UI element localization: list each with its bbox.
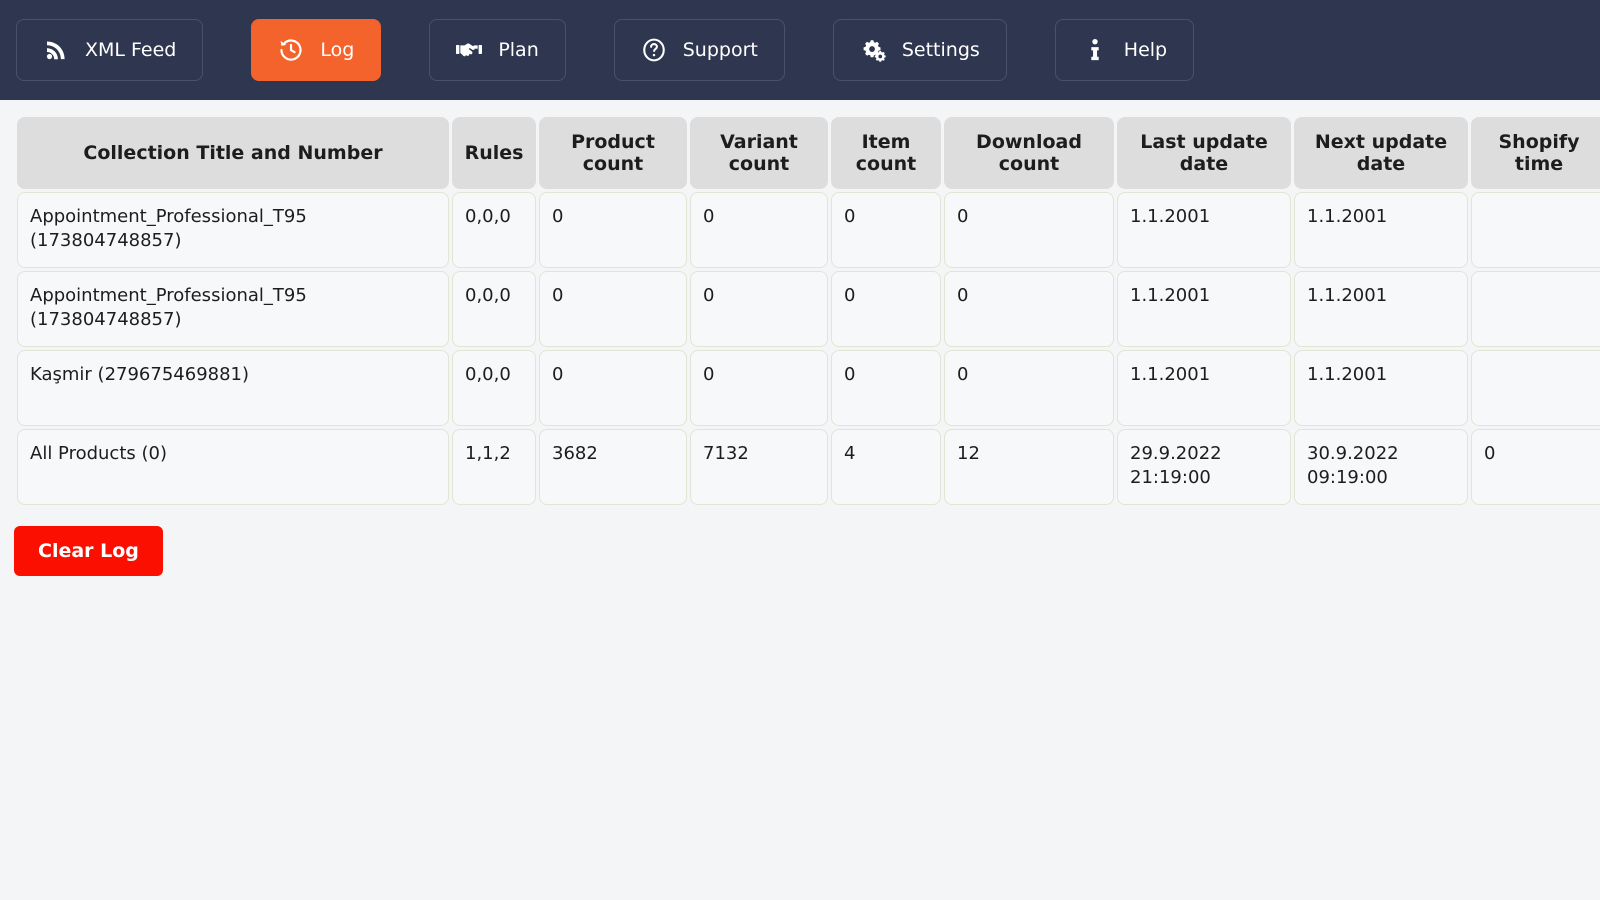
column-header-collection-title[interactable]: Collection Title and Number <box>17 117 449 189</box>
cell-variant-count: 0 <box>690 271 828 347</box>
cell-item-count: 0 <box>831 271 941 347</box>
cell-item-count: 0 <box>831 192 941 268</box>
column-header-item-count[interactable]: Item count <box>831 117 941 189</box>
history-icon <box>278 37 304 63</box>
nav-item-support[interactable]: Support <box>613 19 785 81</box>
cell-item-count: 4 <box>831 429 941 505</box>
cell-next-update-date: 1.1.2001 <box>1294 192 1468 268</box>
nav-item-label: Log <box>320 38 355 61</box>
rss-icon <box>43 37 69 63</box>
nav-item-settings[interactable]: Settings <box>832 19 1007 81</box>
cell-download-count: 0 <box>944 271 1114 347</box>
cell-download-count: 0 <box>944 350 1114 426</box>
cell-shopify-time <box>1471 350 1600 426</box>
cell-shopify-time <box>1471 271 1600 347</box>
cell-last-update-date: 1.1.2001 <box>1117 192 1291 268</box>
cell-next-update-date: 1.1.2001 <box>1294 350 1468 426</box>
cell-next-update-date: 1.1.2001 <box>1294 271 1468 347</box>
handshake-icon <box>456 37 483 63</box>
cell-collection-title: Appointment_Professional_T95 (1738047488… <box>17 271 449 347</box>
table-row: Appointment_Professional_T95 (1738047488… <box>17 271 1600 347</box>
cell-next-update-date: 30.9.2022 09:19:00 <box>1294 429 1468 505</box>
question-circle-icon <box>641 37 667 63</box>
column-header-rules[interactable]: Rules <box>452 117 536 189</box>
log-table: Collection Title and Number Rules Produc… <box>14 114 1600 508</box>
cell-product-count: 0 <box>539 271 687 347</box>
log-table-container: Collection Title and Number Rules Produc… <box>0 100 1600 508</box>
cell-rules: 0,0,0 <box>452 350 536 426</box>
cell-product-count: 0 <box>539 350 687 426</box>
cell-collection-title: Appointment_Professional_T95 (1738047488… <box>17 192 449 268</box>
nav-item-help[interactable]: Help <box>1054 19 1195 81</box>
actions-area: Clear Log <box>0 508 1600 576</box>
nav-item-xml-feed[interactable]: XML Feed <box>16 19 204 81</box>
cell-item-count: 0 <box>831 350 941 426</box>
nav-item-log[interactable]: Log <box>251 19 382 81</box>
cell-rules: 0,0,0 <box>452 192 536 268</box>
cell-rules: 0,0,0 <box>452 271 536 347</box>
cell-last-update-date: 1.1.2001 <box>1117 350 1291 426</box>
nav-item-label: Settings <box>901 38 980 61</box>
column-header-shopify-time[interactable]: Shopify time <box>1471 117 1600 189</box>
nav-item-label: Help <box>1123 38 1168 61</box>
gears-icon <box>860 37 886 63</box>
cell-variant-count: 0 <box>690 350 828 426</box>
cell-last-update-date: 29.9.2022 21:19:00 <box>1117 429 1291 505</box>
cell-variant-count: 7132 <box>690 429 828 505</box>
cell-download-count: 0 <box>944 192 1114 268</box>
cell-variant-count: 0 <box>690 192 828 268</box>
column-header-last-update-date[interactable]: Last update date <box>1117 117 1291 189</box>
table-row: Kaşmir (279675469881) 0,0,0 0 0 0 0 1.1.… <box>17 350 1600 426</box>
table-header-row: Collection Title and Number Rules Produc… <box>17 117 1600 189</box>
cell-product-count: 0 <box>539 192 687 268</box>
column-header-next-update-date[interactable]: Next update date <box>1294 117 1468 189</box>
cell-download-count: 12 <box>944 429 1114 505</box>
nav-item-label: XML Feed <box>85 38 177 61</box>
cell-rules: 1,1,2 <box>452 429 536 505</box>
column-header-download-count[interactable]: Download count <box>944 117 1114 189</box>
cell-collection-title: Kaşmir (279675469881) <box>17 350 449 426</box>
info-icon <box>1082 37 1108 63</box>
clear-log-button[interactable]: Clear Log <box>14 526 163 576</box>
table-row: Appointment_Professional_T95 (1738047488… <box>17 192 1600 268</box>
column-header-variant-count[interactable]: Variant count <box>690 117 828 189</box>
table-row: All Products (0) 1,1,2 3682 7132 4 12 29… <box>17 429 1600 505</box>
cell-shopify-time: 0 <box>1471 429 1600 505</box>
nav-item-label: Plan <box>498 38 539 61</box>
nav-item-plan[interactable]: Plan <box>429 19 566 81</box>
column-header-product-count[interactable]: Product count <box>539 117 687 189</box>
cell-collection-title: All Products (0) <box>17 429 449 505</box>
cell-shopify-time <box>1471 192 1600 268</box>
cell-product-count: 3682 <box>539 429 687 505</box>
nav-item-label: Support <box>682 38 758 61</box>
top-navigation-bar: XML Feed Log Plan Support Settings Help <box>0 0 1600 100</box>
cell-last-update-date: 1.1.2001 <box>1117 271 1291 347</box>
